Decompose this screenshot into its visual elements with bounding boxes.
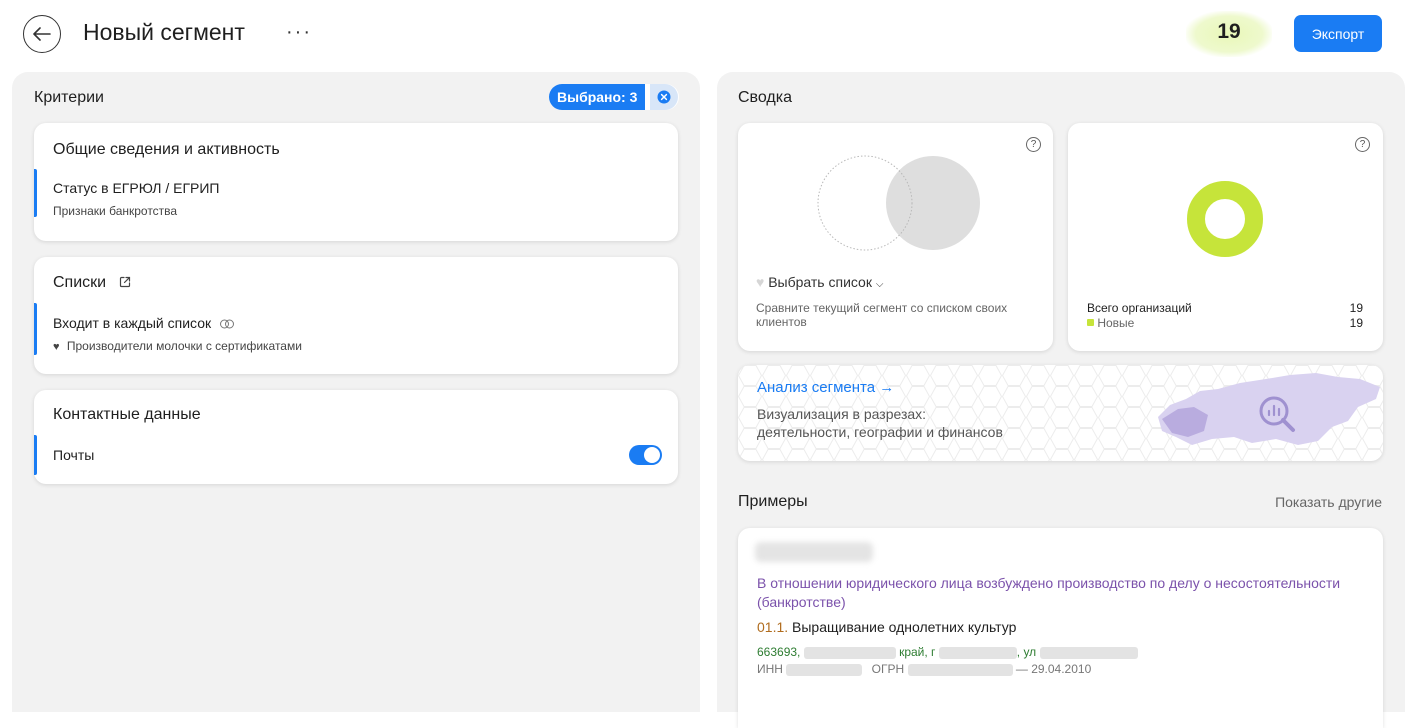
select-list-label: Выбрать список [768,274,872,290]
toggle-knob [644,447,660,463]
select-list-dropdown[interactable]: ♥ Выбрать список ⌵ [756,274,883,290]
segment-analysis-card[interactable]: Анализ сегмента → Визуализация в разреза… [738,365,1383,461]
company-ids: ИНН ОГРН — 29.04.2010 [757,662,1091,676]
analysis-description-line: Визуализация в разрезах: [757,406,927,422]
analysis-description: Визуализация в разрезах: деятельности, г… [757,405,1003,441]
total-value: 19 [1349,301,1363,315]
card-title: Контактные данные [53,406,201,423]
examples-title: Примеры [738,493,808,510]
organizations-card: ? Всего организаций 19 Новые 19 [1068,123,1383,351]
list-name: Производители молочки с сертификатами [66,339,302,353]
new-value: 19 [1349,316,1363,330]
address-redacted [938,646,1017,659]
clear-selection-button[interactable] [650,84,678,110]
more-options-button[interactable]: ··· [286,22,312,42]
criterion-marker [34,169,37,217]
address-ul: , ул [1016,645,1037,659]
arrow-left-icon [33,27,51,41]
heart-icon: ♥ [756,274,765,290]
emails-toggle[interactable] [629,445,662,465]
legend-swatch [1087,319,1094,326]
criterion-emails[interactable]: Почты [34,435,678,475]
back-button[interactable] [23,15,61,53]
criteria-card-contacts[interactable]: Контактные данные Почты [34,390,678,484]
show-other-link[interactable]: Показать другие [1275,494,1382,510]
company-name-redacted [755,542,873,562]
external-link-icon[interactable] [119,276,131,288]
new-legend: Новые [1087,316,1134,330]
ogrn-label: ОГРН [871,662,905,676]
page-title: Новый сегмент [83,19,245,45]
card-title-text: Списки [53,274,107,291]
criteria-panel: Критерии Выбрано: 3 Общие сведения и акт… [12,72,700,712]
help-icon[interactable]: ? [1355,137,1370,152]
segment-count: 19 [1217,20,1241,43]
analysis-description-line: деятельности, географии и финансов [757,424,1003,440]
criterion-lists[interactable]: Входит в каждый список ♥ Производители м… [34,303,678,355]
company-status: В отношении юридического лица возбуждено… [757,575,1341,610]
compare-card: ? ♥ Выбрать список ⌵ Сравните текущий се… [738,123,1053,351]
criteria-card-general[interactable]: Общие сведения и активность Статус в ЕГР… [34,123,678,241]
selected-count-pill: Выбрано: 3 [549,84,679,110]
okved-code: 01.1. [757,619,789,635]
total-label: Всего организаций [1087,301,1192,315]
example-company-card[interactable]: В отношении юридического лица возбуждено… [738,528,1383,728]
company-address: 663693, край, г , ул [757,645,1138,659]
intersection-icon [220,319,235,329]
summary-title: Сводка [738,89,793,106]
inn-redacted [786,663,863,676]
inn-label: ИНН [757,662,783,676]
criterion-label: Статус в ЕГРЮЛ / ЕГРИП [53,180,220,196]
chevron-down-icon: ⌵ [875,279,884,290]
criterion-label: Почты [53,447,95,463]
heart-icon: ♥ [53,341,60,353]
page-header: Новый сегмент ··· 19 Экспорт [0,0,1418,70]
russia-map-graphic [1158,373,1380,445]
criterion-value: Признаки банкротства [53,204,178,218]
criterion-status[interactable]: Статус в ЕГРЮЛ / ЕГРИП Признаки банкротс… [34,169,678,218]
address-zip: 663693, [757,645,801,659]
criteria-title: Критерии [34,89,104,106]
help-icon[interactable]: ? [1026,137,1041,152]
ogrn-redacted [907,663,1013,676]
okved-name: Выращивание однолетних культур [792,619,1017,635]
summary-panel: Сводка ? ♥ Выбрать список ⌵ Сравните тек… [717,72,1405,728]
export-button[interactable]: Экспорт [1294,15,1382,52]
company-okved: 01.1. Выращивание однолетних культур [757,619,1016,635]
close-circle-icon [657,90,671,104]
criterion-value: ♥ Производители молочки с сертификатами [53,339,302,353]
venn-diagram-icon [817,155,980,251]
selected-count-label: Выбрано: 3 [549,84,646,110]
donut-chart [1187,181,1263,257]
address-redacted [1039,646,1138,659]
new-label: Новые [1097,316,1135,330]
address-krai: край, г [899,645,936,659]
criteria-card-lists[interactable]: Списки Входит в каждый список ♥ Производ… [34,257,678,374]
criterion-label-text: Входит в каждый список [53,315,212,331]
criterion-marker [34,435,37,475]
criterion-label: Входит в каждый список [53,315,235,331]
analysis-link[interactable]: Анализ сегмента → [757,379,894,396]
card-title: Общие сведения и активность [53,141,280,158]
address-redacted [803,646,896,659]
compare-description: Сравните текущий сегмент со списком свои… [756,301,1008,329]
criterion-marker [34,303,37,355]
registration-date: — 29.04.2010 [1015,662,1092,676]
card-title: Списки [53,274,131,292]
